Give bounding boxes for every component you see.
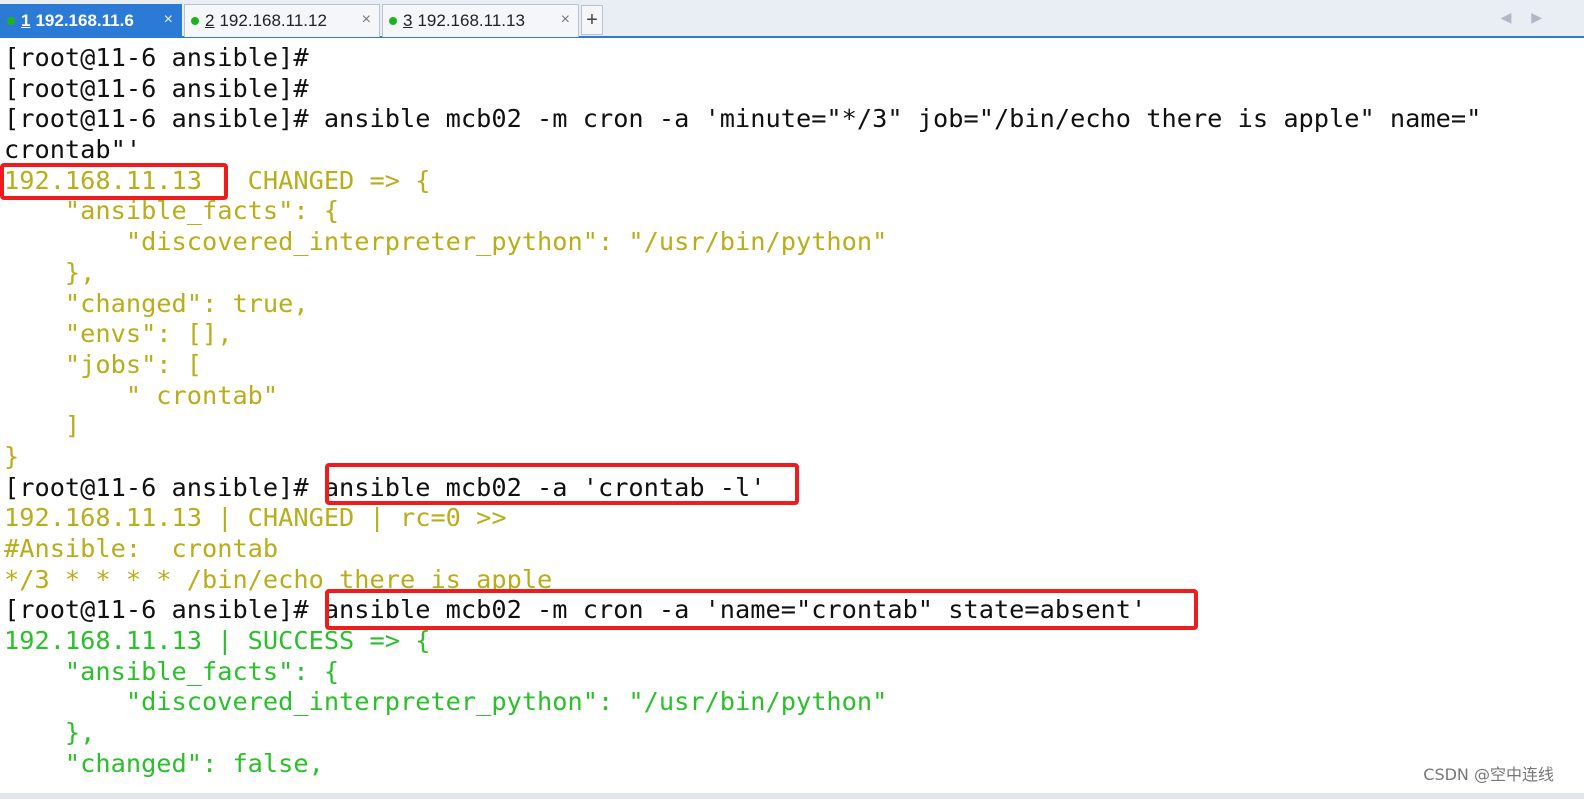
tab-session-3[interactable]: 3 192.168.11.13 × <box>382 4 579 37</box>
terminal-line: "ansible_facts": { <box>4 656 340 686</box>
terminal-line: "changed": true, <box>4 288 309 318</box>
tab-number: 1 <box>21 11 31 30</box>
tab-number: 2 <box>205 11 215 30</box>
terminal-line: " crontab" <box>4 380 279 410</box>
connected-status-icon <box>7 17 15 25</box>
tab-number: 3 <box>403 11 413 30</box>
close-icon[interactable]: × <box>561 11 570 29</box>
tab-label: 192.168.11.12 <box>219 11 327 30</box>
terminal-line: 192.168.11.13 | CHANGED => { <box>4 165 431 195</box>
terminal-line: "envs": [], <box>4 319 233 349</box>
bottom-border <box>0 793 1584 799</box>
tab-session-1[interactable]: 1 192.168.11.6 × <box>0 4 182 37</box>
tab-session-2[interactable]: 2 192.168.11.12 × <box>184 4 380 37</box>
terminal-line: "ansible_facts": { <box>4 196 340 226</box>
terminal-line: }, <box>4 257 96 287</box>
new-tab-button[interactable]: + <box>581 5 603 35</box>
terminal-line: [root@11-6 ansible]# <box>4 73 309 103</box>
terminal-line: [root@11-6 ansible]# <box>4 43 309 72</box>
terminal-line: "changed": false, <box>4 748 324 778</box>
connected-status-icon <box>191 17 199 25</box>
tab-label: 192.168.11.13 <box>417 11 525 30</box>
close-icon[interactable]: × <box>164 11 173 29</box>
terminal-line: "discovered_interpreter_python": "/usr/b… <box>4 227 888 257</box>
highlight-box-remove-command <box>325 589 1198 630</box>
tab-scroll-arrows-icon[interactable]: ◀ ▶ <box>1501 9 1550 26</box>
terminal-output[interactable]: [root@11-6 ansible]# [root@11-6 ansible]#… <box>4 43 1580 783</box>
terminal-line: #Ansible: crontab <box>4 534 279 563</box>
tab-bar: 1 192.168.11.6 × 2 192.168.11.12 × 3 192… <box>0 0 1584 38</box>
terminal-line: 192.168.11.13 | SUCCESS => { <box>4 626 431 656</box>
watermark: CSDN @空中连线 <box>1423 765 1554 784</box>
terminal-line: crontab"' <box>4 135 142 165</box>
terminal-line: ] <box>4 411 81 441</box>
highlight-box-host <box>0 163 228 200</box>
highlight-box-list-command <box>325 463 799 505</box>
terminal-line: "jobs": [ <box>4 349 202 379</box>
terminal-line: "discovered_interpreter_python": "/usr/b… <box>4 687 888 717</box>
connected-status-icon <box>389 17 397 25</box>
terminal-line: [root@11-6 ansible]# ansible mcb02 -m cr… <box>4 104 1482 134</box>
terminal-line: }, <box>4 718 96 748</box>
terminal-line: 192.168.11.13 | CHANGED | rc=0 >> <box>4 503 507 533</box>
close-icon[interactable]: × <box>362 11 371 29</box>
tab-label: 192.168.11.6 <box>35 11 134 30</box>
